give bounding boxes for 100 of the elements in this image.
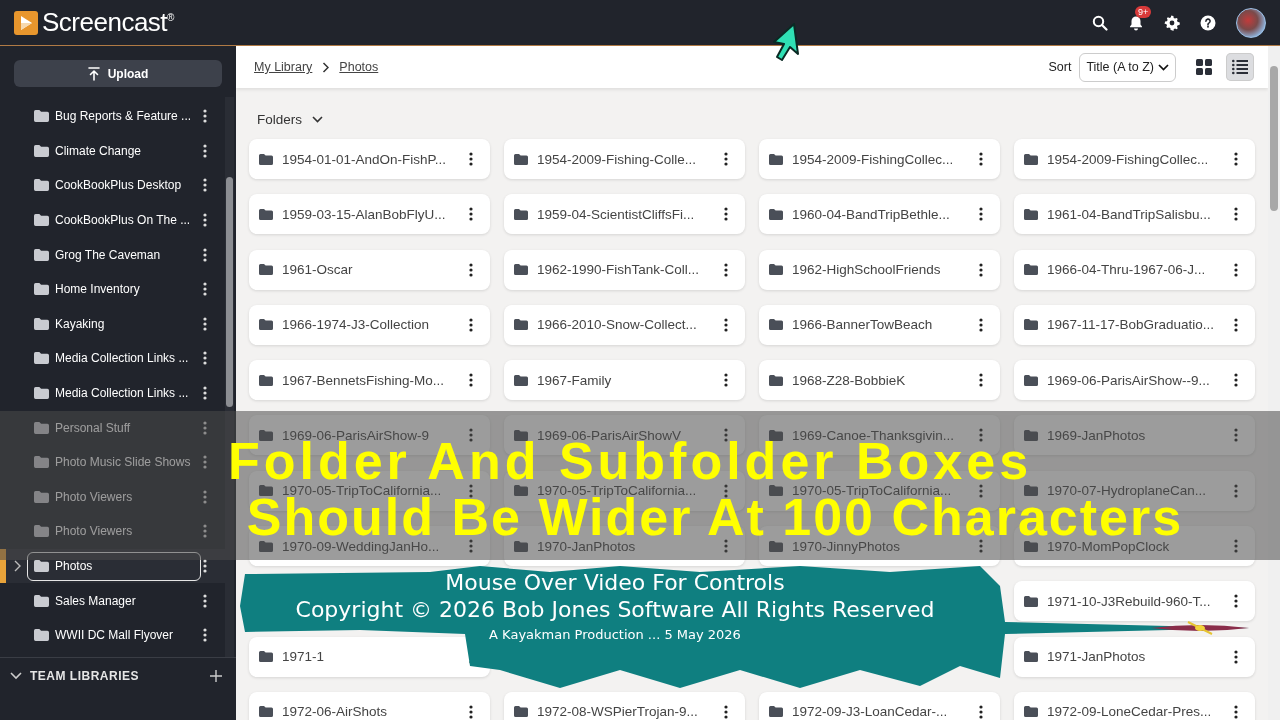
folder-card[interactable]: 1972-09-J3-LoanCedar-...: [759, 691, 1000, 720]
sidebar-item[interactable]: Media Collection Links ...: [27, 343, 201, 373]
folder-card[interactable]: 1962-HighSchoolFriends: [759, 249, 1000, 290]
more-options-icon[interactable]: [469, 373, 473, 388]
more-options-icon[interactable]: [724, 704, 728, 719]
sidebar-item[interactable]: CookBookPlus On The ...: [27, 205, 201, 235]
more-options-icon[interactable]: [1234, 704, 1238, 719]
sidebar-item[interactable]: Bug Reports & Feature ...: [27, 101, 201, 131]
folder-card[interactable]: 1960-04-BandTripBethle...: [759, 194, 1000, 235]
folder-card[interactable]: 1961-Oscar: [249, 249, 490, 290]
chevron-right-icon[interactable]: [13, 560, 21, 572]
more-options-icon[interactable]: [469, 262, 473, 277]
upload-button[interactable]: Upload: [14, 60, 222, 87]
more-options-icon[interactable]: [1234, 317, 1238, 332]
more-options-icon[interactable]: [1234, 373, 1238, 388]
folder-card[interactable]: 1966-BannerTowBeach: [759, 304, 1000, 345]
more-options-icon[interactable]: [979, 152, 983, 166]
folder-card[interactable]: 1961-04-BandTripSalisbu...: [1014, 194, 1255, 235]
more-options-icon[interactable]: [979, 704, 983, 719]
folder-card[interactable]: 1959-04-ScientistCliffsFi...: [504, 194, 745, 235]
more-options-icon[interactable]: [469, 207, 473, 222]
folder-card[interactable]: 1967-Family: [504, 360, 745, 401]
folder-card[interactable]: 1972-09-LoneCedar-Pres...: [1014, 691, 1255, 720]
folder-card[interactable]: 1954-01-01-AndOn-FishP...: [249, 139, 490, 179]
more-options-icon[interactable]: [203, 143, 207, 158]
folder-card[interactable]: 1966-04-Thru-1967-06-J...: [1014, 249, 1255, 290]
more-options-icon[interactable]: [979, 207, 983, 222]
more-options-icon[interactable]: [1234, 649, 1238, 664]
more-options-icon[interactable]: [469, 317, 473, 332]
folder-card[interactable]: 1959-03-15-AlanBobFlyU...: [249, 194, 490, 235]
list-view-button[interactable]: [1226, 53, 1254, 81]
more-options-icon[interactable]: [724, 262, 728, 277]
more-options-icon[interactable]: [1234, 594, 1238, 609]
folder-icon: [259, 264, 273, 276]
more-options-icon[interactable]: [724, 207, 728, 222]
settings-icon[interactable]: [1164, 14, 1180, 31]
add-icon[interactable]: [210, 670, 222, 682]
folder-card[interactable]: 1972-06-AirShots: [249, 691, 490, 720]
more-options-icon[interactable]: [203, 386, 207, 401]
folder-card[interactable]: 1966-2010-Snow-Collect...: [504, 304, 745, 345]
breadcrumb-link[interactable]: Photos: [339, 60, 379, 74]
more-options-icon[interactable]: [203, 559, 207, 573]
sidebar-item[interactable]: CookBookPlus Desktop: [27, 171, 201, 200]
sidebar-item[interactable]: Photos: [27, 551, 201, 581]
folder-card[interactable]: 1971-JanPhotos: [1014, 636, 1255, 677]
sidebar-item[interactable]: Personal Stuff: [27, 413, 201, 443]
more-options-icon[interactable]: [979, 262, 983, 277]
folder-card[interactable]: 1954-2009-FishingCollec...: [1014, 139, 1255, 179]
more-options-icon[interactable]: [979, 317, 983, 332]
folder-card[interactable]: 1967-BennetsFishing-Mo...: [249, 360, 490, 401]
app-logo-text[interactable]: Screencast$^{®}$: [42, 7, 174, 38]
sidebar-item[interactable]: Photo Viewers: [27, 516, 201, 546]
search-icon[interactable]: [1092, 14, 1108, 31]
breadcrumb-link[interactable]: My Library: [254, 60, 313, 74]
more-options-icon[interactable]: [979, 373, 983, 388]
folder-card[interactable]: 1962-1990-FishTank-Coll...: [504, 249, 745, 290]
more-options-icon[interactable]: [203, 178, 207, 193]
avatar[interactable]: [1236, 7, 1266, 38]
sidebar-item[interactable]: Sales Manager: [27, 586, 201, 616]
sidebar-item[interactable]: Photo Viewers: [27, 482, 201, 512]
folder-card[interactable]: 1969-06-ParisAirShow--9...: [1014, 360, 1255, 401]
help-icon[interactable]: [1200, 14, 1216, 31]
more-options-icon[interactable]: [724, 317, 728, 332]
more-options-icon[interactable]: [203, 593, 207, 608]
more-options-icon[interactable]: [203, 316, 207, 331]
folder-card[interactable]: 1966-1974-J3-Collection: [249, 304, 490, 345]
chevron-down-icon[interactable]: [10, 672, 22, 680]
sidebar-item[interactable]: Kayaking: [27, 309, 201, 339]
folder-card[interactable]: 1972-08-WSPierTrojan-9...: [504, 691, 745, 720]
more-options-icon[interactable]: [469, 704, 473, 719]
sidebar-item[interactable]: Grog The Caveman: [27, 240, 201, 270]
folder-card[interactable]: 1954-2009-FishingCollec...: [759, 139, 1000, 179]
sidebar-item[interactable]: Media Collection Links ...: [27, 378, 201, 408]
folder-name: 1966-04-Thru-1967-06-J...: [1047, 262, 1207, 278]
more-options-icon[interactable]: [203, 213, 207, 228]
section-heading[interactable]: TEAM LIBRARIES: [30, 669, 202, 683]
more-options-icon[interactable]: [203, 628, 207, 643]
sidebar-item[interactable]: Climate Change: [27, 136, 201, 166]
more-options-icon[interactable]: [1234, 152, 1238, 166]
sidebar-item[interactable]: Photo Music Slide Shows: [27, 447, 201, 477]
sidebar-item[interactable]: WWII DC Mall Flyover: [27, 620, 201, 650]
folder-card[interactable]: 1968-Z28-BobbieK: [759, 360, 1000, 401]
sidebar-item[interactable]: Home Inventory: [27, 274, 201, 304]
more-options-icon[interactable]: [724, 152, 728, 166]
more-options-icon[interactable]: [1234, 207, 1238, 222]
more-options-icon[interactable]: [203, 282, 207, 297]
more-options-icon[interactable]: [469, 152, 473, 166]
logo-icon[interactable]: [14, 10, 38, 35]
more-options-icon[interactable]: [724, 373, 728, 388]
more-options-icon[interactable]: [203, 109, 207, 124]
more-options-icon[interactable]: [203, 351, 207, 366]
folder-card[interactable]: 1954-2009-Fishing-Colle...: [504, 139, 745, 179]
notification-bell-icon[interactable]: [1128, 14, 1144, 31]
section-toggle[interactable]: Folders: [249, 111, 323, 127]
sort-dropdown[interactable]: Title (A to Z): [1079, 52, 1176, 82]
folder-card[interactable]: 1971-10-J3Rebuild-960-T...: [1014, 581, 1255, 622]
folder-card[interactable]: 1967-11-17-BobGraduatio...: [1014, 304, 1255, 345]
folder-card[interactable]: 1971-1: [249, 636, 490, 677]
more-options-icon[interactable]: [203, 247, 207, 262]
more-options-icon[interactable]: [1234, 262, 1238, 277]
